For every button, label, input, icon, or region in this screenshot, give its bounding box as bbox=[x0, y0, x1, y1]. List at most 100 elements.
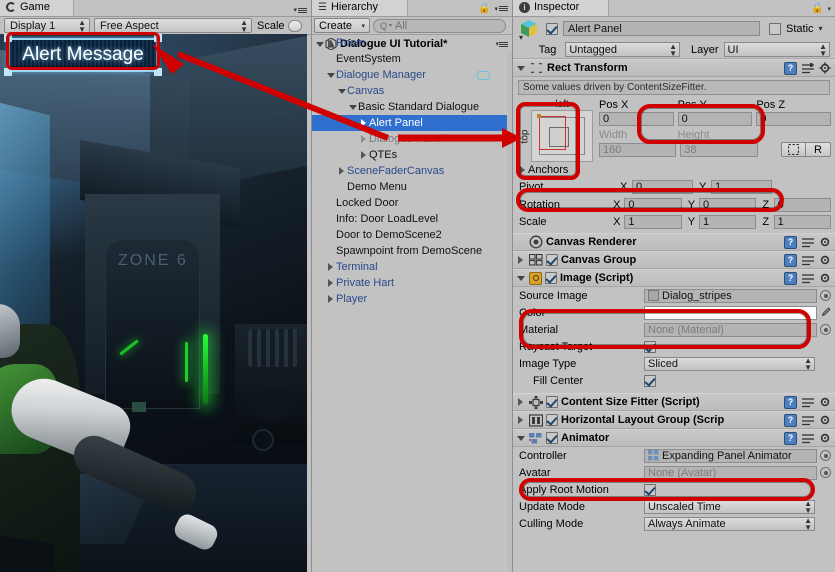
gameobject-enabled-checkbox[interactable] bbox=[546, 22, 558, 35]
tag-dropdown[interactable]: Untagged ▲ ▼ bbox=[565, 42, 680, 57]
preset-icon[interactable] bbox=[802, 255, 814, 266]
scale-x-input[interactable]: 1 bbox=[624, 214, 682, 229]
raw-edit-button[interactable]: R bbox=[805, 142, 831, 157]
preset-icon[interactable] bbox=[802, 62, 814, 74]
gameobject-dropdown-caret[interactable]: ▾ bbox=[519, 33, 523, 42]
preset-icon[interactable] bbox=[802, 397, 814, 408]
canvas-group-enabled-checkbox[interactable] bbox=[546, 254, 558, 266]
image-script-enabled-checkbox[interactable] bbox=[545, 272, 557, 284]
hierarchy-item-eventsystem[interactable]: EventSystem bbox=[312, 51, 512, 67]
foldout-icon[interactable] bbox=[515, 416, 526, 424]
component-header-horizontal-layout-group[interactable]: Horizontal Layout Group (Scrip ? bbox=[513, 411, 835, 429]
hierarchy-item-alert-panel[interactable]: Alert Panel bbox=[312, 115, 512, 131]
help-icon[interactable]: ? bbox=[784, 395, 797, 409]
help-icon[interactable]: ? bbox=[784, 431, 797, 445]
rotation-z-input[interactable]: 0 bbox=[773, 197, 831, 212]
component-header-content-size-fitter[interactable]: Content Size Fitter (Script) ? bbox=[513, 393, 835, 411]
content-size-fitter-enabled-checkbox[interactable] bbox=[546, 396, 558, 408]
foldout-expanded-icon[interactable] bbox=[325, 72, 336, 78]
anchor-preset-widget[interactable]: left top bbox=[519, 99, 593, 162]
foldout-collapsed-icon[interactable] bbox=[325, 279, 336, 287]
gear-icon[interactable] bbox=[819, 396, 831, 408]
foldout-collapsed-icon[interactable] bbox=[358, 119, 369, 127]
foldout-icon[interactable] bbox=[517, 166, 528, 174]
pos-x-input[interactable]: 0 bbox=[599, 112, 674, 126]
gizmo-handle-bl[interactable] bbox=[4, 68, 12, 76]
image-type-dropdown[interactable]: Sliced ▲ ▼ bbox=[644, 356, 815, 371]
component-header-image-script[interactable]: Image (Script) ? bbox=[513, 269, 835, 287]
component-header-canvas-renderer[interactable]: Canvas Renderer ? bbox=[513, 233, 835, 251]
help-icon[interactable]: ? bbox=[784, 235, 797, 249]
help-icon[interactable]: ? bbox=[784, 253, 797, 267]
gear-icon[interactable] bbox=[819, 254, 831, 266]
preset-icon[interactable] bbox=[802, 433, 814, 444]
static-checkbox[interactable] bbox=[769, 22, 781, 35]
component-header-rect-transform[interactable]: Rect Transform ? bbox=[513, 59, 835, 77]
preset-icon[interactable] bbox=[802, 415, 814, 426]
width-input[interactable]: 160 bbox=[599, 142, 677, 157]
hierarchy-item-player[interactable]: Player bbox=[312, 291, 512, 307]
avatar-picker-button[interactable] bbox=[820, 467, 831, 478]
hierarchy-item-private-hart[interactable]: Private Hart bbox=[312, 275, 512, 291]
horizontal-layout-group-enabled-checkbox[interactable] bbox=[546, 414, 558, 426]
gear-icon[interactable] bbox=[819, 432, 831, 444]
scale-z-input[interactable]: 1 bbox=[773, 214, 831, 229]
foldout-collapsed-icon[interactable] bbox=[325, 39, 336, 47]
game-render-area[interactable]: ZONE 6 Alert Message bbox=[0, 34, 307, 572]
help-icon[interactable]: ? bbox=[784, 271, 797, 285]
hierarchy-item-dialogue-manager[interactable]: Dialogue Manager bbox=[312, 67, 512, 83]
apply-root-motion-checkbox[interactable] bbox=[644, 483, 656, 496]
hierarchy-item-dialogue-panel[interactable]: Dialogue Panel bbox=[312, 131, 512, 147]
raycast-target-checkbox[interactable] bbox=[644, 340, 656, 353]
material-objectfield[interactable]: None (Material) bbox=[644, 322, 817, 337]
gameobject-name-input[interactable]: Alert Panel bbox=[563, 21, 760, 36]
component-header-canvas-group[interactable]: Canvas Group ? bbox=[513, 251, 835, 269]
static-dropdown-caret[interactable]: ▾ bbox=[819, 24, 823, 33]
layer-dropdown[interactable]: UI ▲ ▼ bbox=[723, 42, 830, 57]
controller-picker-button[interactable] bbox=[820, 450, 831, 461]
hierarchy-item-door-to-demoscene2[interactable]: Door to DemoScene2 bbox=[312, 227, 512, 243]
height-input[interactable]: 38 bbox=[680, 142, 758, 157]
pivot-x-input[interactable]: 0 bbox=[632, 180, 693, 194]
foldout-expanded-icon[interactable] bbox=[347, 104, 358, 110]
culling-mode-dropdown[interactable]: Always Animate ▲ ▼ bbox=[644, 516, 815, 531]
foldout-collapsed-icon[interactable] bbox=[336, 167, 347, 175]
rotation-x-input[interactable]: 0 bbox=[624, 197, 682, 212]
foldout-expanded-icon[interactable] bbox=[336, 88, 347, 94]
foldout-icon[interactable] bbox=[515, 65, 526, 71]
rotation-y-input[interactable]: 0 bbox=[698, 197, 757, 212]
hierarchy-item-canvas[interactable]: Canvas bbox=[312, 83, 512, 99]
material-picker-button[interactable] bbox=[820, 324, 831, 335]
aspect-dropdown[interactable]: Free Aspect ▲ ▼ bbox=[94, 18, 252, 33]
tab-inspector[interactable]: i Inspector bbox=[513, 0, 609, 16]
foldout-collapsed-icon[interactable] bbox=[358, 151, 369, 159]
hierarchy-item-info-door-loadlevel[interactable]: Info: Door LoadLevel bbox=[312, 211, 512, 227]
help-icon[interactable]: ? bbox=[784, 61, 797, 75]
anchors-foldout-row[interactable]: Anchors bbox=[513, 162, 835, 178]
lock-icon[interactable]: 🔒 bbox=[811, 3, 823, 14]
gizmo-handle-tl[interactable] bbox=[4, 34, 12, 42]
help-icon[interactable]: ? bbox=[784, 413, 797, 427]
update-mode-dropdown[interactable]: Unscaled Time ▲ ▼ bbox=[644, 499, 815, 514]
hierarchy-item-locked-door[interactable]: Locked Door bbox=[312, 195, 512, 211]
gear-icon[interactable] bbox=[819, 414, 831, 426]
hierarchy-item-basic-standard-dialogue[interactable]: Basic Standard Dialogue bbox=[312, 99, 512, 115]
lock-icon[interactable]: 🔒 bbox=[478, 3, 490, 14]
color-swatch[interactable] bbox=[644, 305, 817, 320]
pivot-y-input[interactable]: 1 bbox=[711, 180, 772, 194]
hierarchy-tree[interactable]: Room EventSystem Dialogue Manager Canvas Bas… bbox=[312, 35, 512, 572]
animator-enabled-checkbox[interactable] bbox=[546, 432, 558, 444]
component-header-animator[interactable]: Animator ? bbox=[513, 429, 835, 447]
hierarchy-item-terminal[interactable]: Terminal bbox=[312, 259, 512, 275]
source-image-picker-button[interactable] bbox=[820, 290, 831, 301]
alert-panel-ui[interactable]: Alert Message bbox=[8, 38, 158, 72]
preset-icon[interactable] bbox=[802, 273, 814, 284]
gizmo-handle-tr[interactable] bbox=[154, 34, 162, 42]
scale-y-input[interactable]: 1 bbox=[698, 214, 757, 229]
tab-hierarchy[interactable]: ☰ Hierarchy bbox=[312, 0, 408, 16]
avatar-objectfield[interactable]: None (Avatar) bbox=[644, 465, 817, 480]
hierarchy-item-qtes[interactable]: QTEs bbox=[312, 147, 512, 163]
hierarchy-item-scenefadercanvas[interactable]: SceneFaderCanvas bbox=[312, 163, 512, 179]
blueprint-mode-button[interactable] bbox=[780, 142, 806, 157]
fill-center-checkbox[interactable] bbox=[644, 374, 656, 387]
